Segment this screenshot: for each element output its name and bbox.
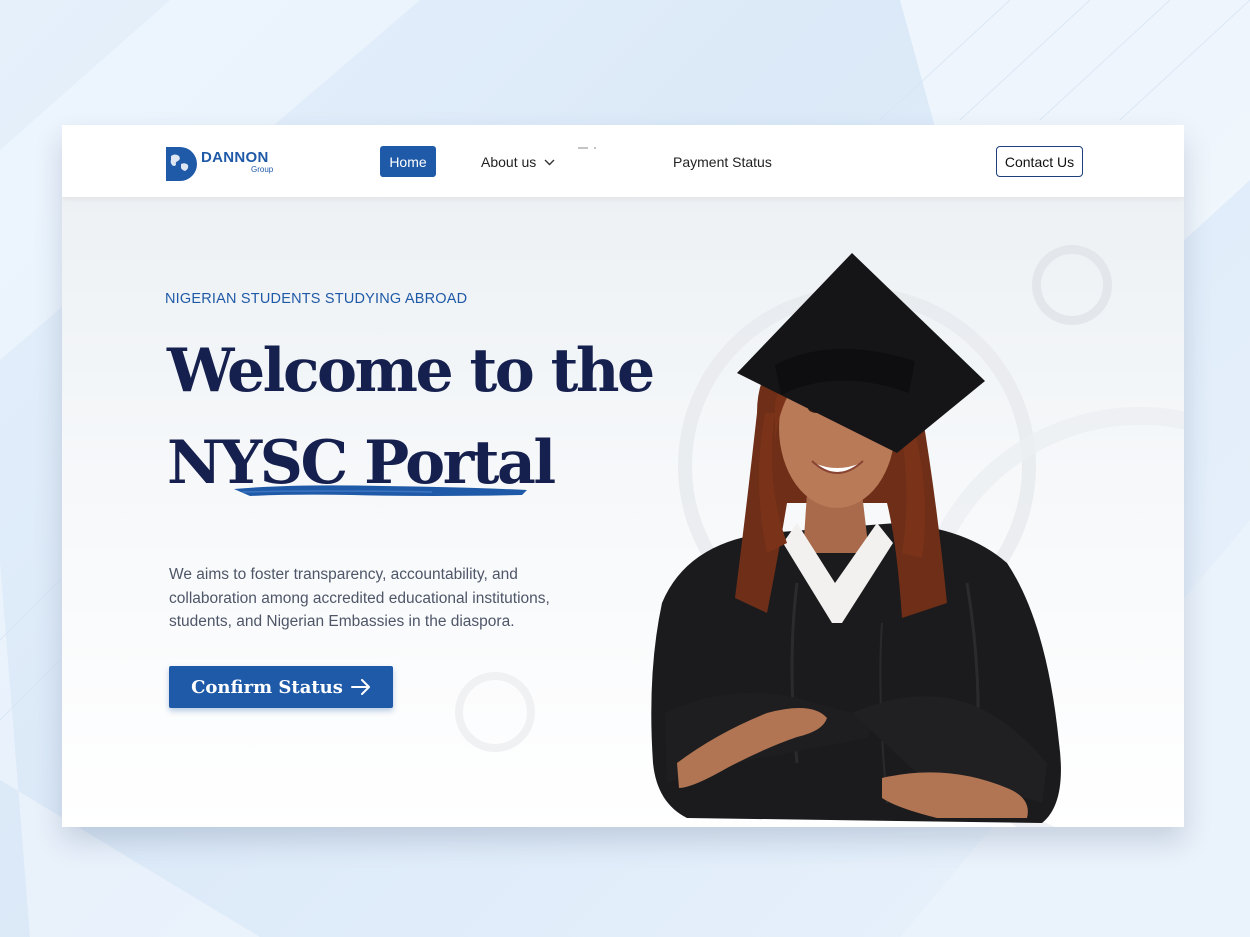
nav-home-link[interactable]: Home (380, 146, 436, 177)
brand-logo[interactable]: DANNON Group (165, 146, 280, 182)
hero-title-line-1: Welcome to the (167, 336, 655, 406)
browser-frame: DANNON Group Home About us Payment Statu… (62, 125, 1184, 827)
brush-underline (234, 485, 527, 496)
contact-us-button[interactable]: Contact Us (996, 146, 1083, 177)
graduate-photo (651, 253, 1061, 823)
brand-subtitle: Group (251, 165, 274, 174)
nav-about-dropdown[interactable]: About us (481, 154, 555, 170)
brand-name: DANNON (201, 149, 269, 166)
nav-divider (578, 147, 596, 149)
chevron-down-icon (544, 159, 555, 165)
nav-about-label: About us (481, 154, 537, 170)
arrow-right-icon (350, 679, 370, 695)
globe-d-icon (166, 147, 197, 181)
decor-ring (455, 672, 535, 752)
confirm-status-label: Confirm Status (191, 676, 343, 698)
hero-eyebrow: NIGERIAN STUDENTS STUDYING ABROAD (165, 291, 468, 307)
confirm-status-button[interactable]: Confirm Status (169, 666, 393, 708)
navbar: DANNON Group Home About us Payment Statu… (62, 125, 1184, 197)
nav-payment-status-link[interactable]: Payment Status (673, 154, 772, 170)
hero-description: We aims to foster transparency, accounta… (169, 566, 550, 630)
